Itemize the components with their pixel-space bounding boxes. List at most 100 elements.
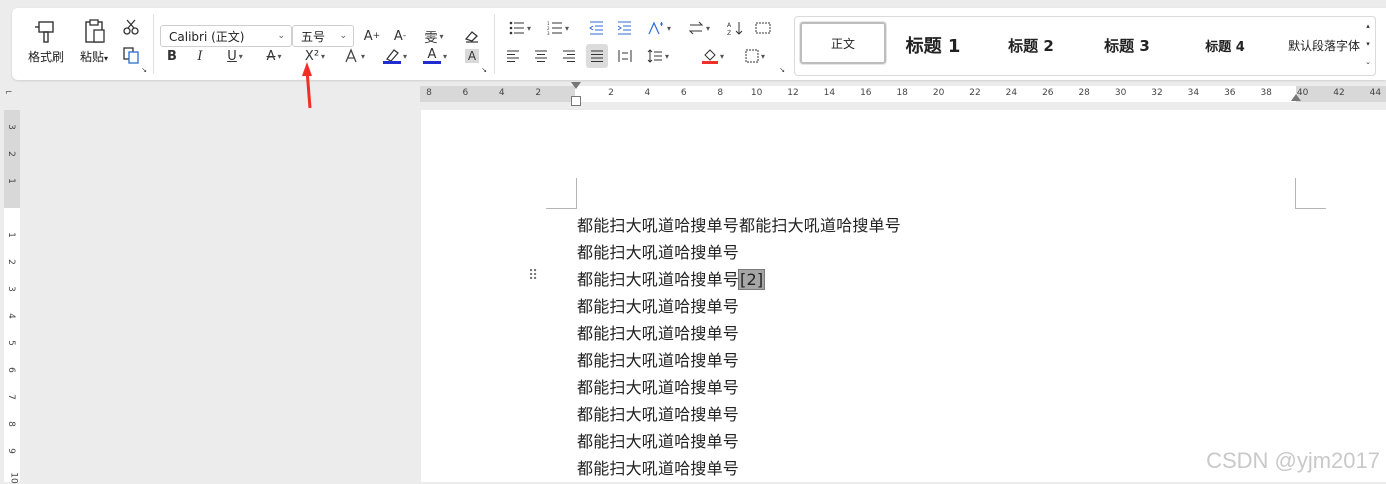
char-shading-button[interactable]: A [462, 45, 482, 67]
shrink-font-icon[interactable]: A- [388, 25, 412, 47]
style-heading-4[interactable]: 标题 4 [1185, 17, 1265, 73]
document-page[interactable]: ⠿ 都能扫大吼道哈搜单号都能扫大吼道哈搜单号 都能扫大吼道哈搜单号 都能扫大吼道… [421, 110, 1386, 482]
shading-button[interactable]: ▾ [696, 45, 730, 67]
sort-direction-button[interactable]: ▾ [684, 17, 714, 39]
bold-button[interactable]: B [162, 45, 182, 67]
style-normal[interactable]: 正文 [800, 22, 886, 64]
justify-button[interactable] [586, 44, 608, 68]
ruler-tick-label: 38 [1260, 88, 1272, 98]
doc-line[interactable]: 都能扫大吼道哈搜单号 [577, 428, 739, 452]
align-center-button[interactable] [530, 45, 552, 67]
doc-line[interactable]: 都能扫大吼道哈搜单号 [577, 401, 739, 425]
vertical-ruler[interactable]: 3 2 1 1 2 3 4 5 6 7 8 9 10 [4, 110, 20, 484]
styles-scroll-up-icon[interactable]: ▴ [1363, 19, 1373, 33]
line-spacing-icon [647, 49, 662, 63]
style-heading-1[interactable]: 标题 1 [893, 17, 973, 73]
text-effect-button[interactable]: ▾ [338, 45, 370, 67]
align-left-icon [507, 50, 519, 62]
ruler-tick-label: 4 [5, 313, 16, 319]
ruler-tick-label: 7 [5, 394, 16, 400]
doc-line[interactable]: 都能扫大吼道哈搜单号 [577, 293, 739, 317]
svg-text:A: A [727, 22, 732, 29]
style-heading-2[interactable]: 标题 2 [991, 17, 1071, 73]
group-divider [494, 14, 495, 74]
doc-line[interactable]: 都能扫大吼道哈搜单号 [577, 347, 739, 371]
ruler-tick-label: 6 [5, 367, 16, 373]
align-left-button[interactable] [502, 45, 524, 67]
doc-line[interactable]: 都能扫大吼道哈搜单号都能扫大吼道哈搜单号 [577, 212, 901, 236]
underline-button[interactable]: U ▾ [218, 45, 252, 67]
text-effect-icon [345, 48, 357, 63]
dialog-launcher-icon[interactable]: ↘ [480, 66, 488, 74]
ruler-tick-label: 22 [969, 88, 981, 98]
paragraph-drag-handle-icon[interactable]: ⠿ [528, 268, 538, 284]
font-size-select[interactable]: 五号 ⌄ [292, 25, 354, 47]
decrease-indent-button[interactable] [586, 17, 606, 39]
style-heading-3[interactable]: 标题 3 [1087, 17, 1167, 73]
doc-line[interactable]: 都能扫大吼道哈搜单号 [577, 374, 739, 398]
ruler-tick-label: 5 [5, 340, 16, 346]
font-color-button[interactable]: A ▾ [418, 45, 452, 67]
show-marks-button[interactable] [752, 17, 774, 39]
superscript-button[interactable]: X² ▾ [298, 45, 332, 67]
copy-button[interactable] [118, 44, 144, 66]
italic-button[interactable]: I [190, 45, 210, 67]
text-direction-button[interactable]: ▾ [642, 17, 676, 39]
highlighter-icon [386, 49, 399, 61]
ruler-tick-label: 3 [5, 124, 16, 130]
highlight-button[interactable]: ▾ [378, 45, 412, 67]
ruler-tick-label: 20 [932, 88, 945, 98]
strikethrough-button[interactable]: A ▾ [258, 45, 290, 67]
line-spacing-button[interactable]: ▾ [642, 45, 674, 67]
chevron-down-icon: ⌄ [339, 31, 347, 41]
distributed-button[interactable] [614, 45, 636, 67]
outdent-icon [589, 21, 603, 35]
doc-line-with-reference[interactable]: 都能扫大吼道哈搜单号[2] [577, 266, 766, 290]
numbering-button[interactable]: 1 2 3 ▾ [542, 17, 574, 39]
ruler-tick-label: 1 [5, 232, 16, 238]
style-default-paragraph-font[interactable]: 默认段落字体 [1279, 17, 1369, 73]
paste-button[interactable]: 粘贴▾ [74, 14, 114, 74]
bullet-list-icon [509, 21, 524, 35]
align-right-button[interactable] [558, 45, 580, 67]
ruler-tick-label: 42 [1333, 88, 1345, 98]
ruler-tick-label: 8 [717, 88, 724, 98]
ruler-tick-label: 4 [644, 88, 651, 98]
doc-line[interactable]: 都能扫大吼道哈搜单号 [577, 320, 739, 344]
ruler-tick-label: 26 [1042, 88, 1054, 98]
indent-marker-icon[interactable] [571, 96, 581, 106]
horizontal-ruler[interactable]: 8 6 4 2 2 4 6 8 10 12 14 16 18 20 22 24 26 28 30 32 34 36 38 40… [420, 82, 1386, 106]
ruler-tick-label: 14 [823, 88, 836, 98]
right-indent-marker-icon[interactable] [1291, 94, 1301, 101]
ruler-tick-label: 2 [5, 151, 16, 157]
dialog-launcher-icon[interactable]: ↘ [778, 66, 786, 74]
styles-scroll-down-icon[interactable]: ▾ [1363, 37, 1373, 51]
svg-text:3: 3 [547, 31, 550, 35]
ruler-tick-label: 10 [750, 88, 763, 98]
borders-button[interactable]: ▾ [738, 45, 772, 67]
ruler-tick-label: 9 [5, 448, 16, 454]
dialog-launcher-icon[interactable]: ↘ [140, 66, 148, 74]
doc-line[interactable]: 都能扫大吼道哈搜单号 [577, 455, 739, 479]
clear-format-icon[interactable] [462, 25, 482, 47]
format-painter-button[interactable]: 格式刷 [26, 14, 66, 74]
ruler-tick-label: 1 [5, 178, 16, 184]
indent-marker-icon[interactable] [571, 82, 581, 89]
phonetic-guide-icon[interactable]: 雯 ▾ [418, 25, 450, 47]
ruler-tick-label: 2 [608, 88, 614, 98]
sort-button[interactable]: AZ [724, 17, 746, 39]
cut-button[interactable] [118, 16, 144, 38]
doc-line[interactable]: 都能扫大吼道哈搜单号 [577, 239, 739, 263]
reference-mark[interactable]: [2] [738, 269, 766, 290]
svg-text:Z: Z [727, 30, 731, 35]
styles-more-icon[interactable]: ⌄ [1363, 55, 1373, 69]
grow-font-icon[interactable]: A + [360, 25, 384, 47]
font-name-select[interactable]: Calibri (正文) ⌄ [160, 25, 292, 47]
paste-icon [74, 18, 114, 44]
ruler-tick-label: 6 [462, 88, 469, 98]
bullets-button[interactable]: ▾ [504, 17, 536, 39]
ruler-corner-icon[interactable]: ⌐ [5, 88, 15, 98]
increase-indent-button[interactable] [614, 17, 634, 39]
scissors-icon [123, 19, 139, 35]
ruler-tick-label: 4 [498, 88, 505, 98]
